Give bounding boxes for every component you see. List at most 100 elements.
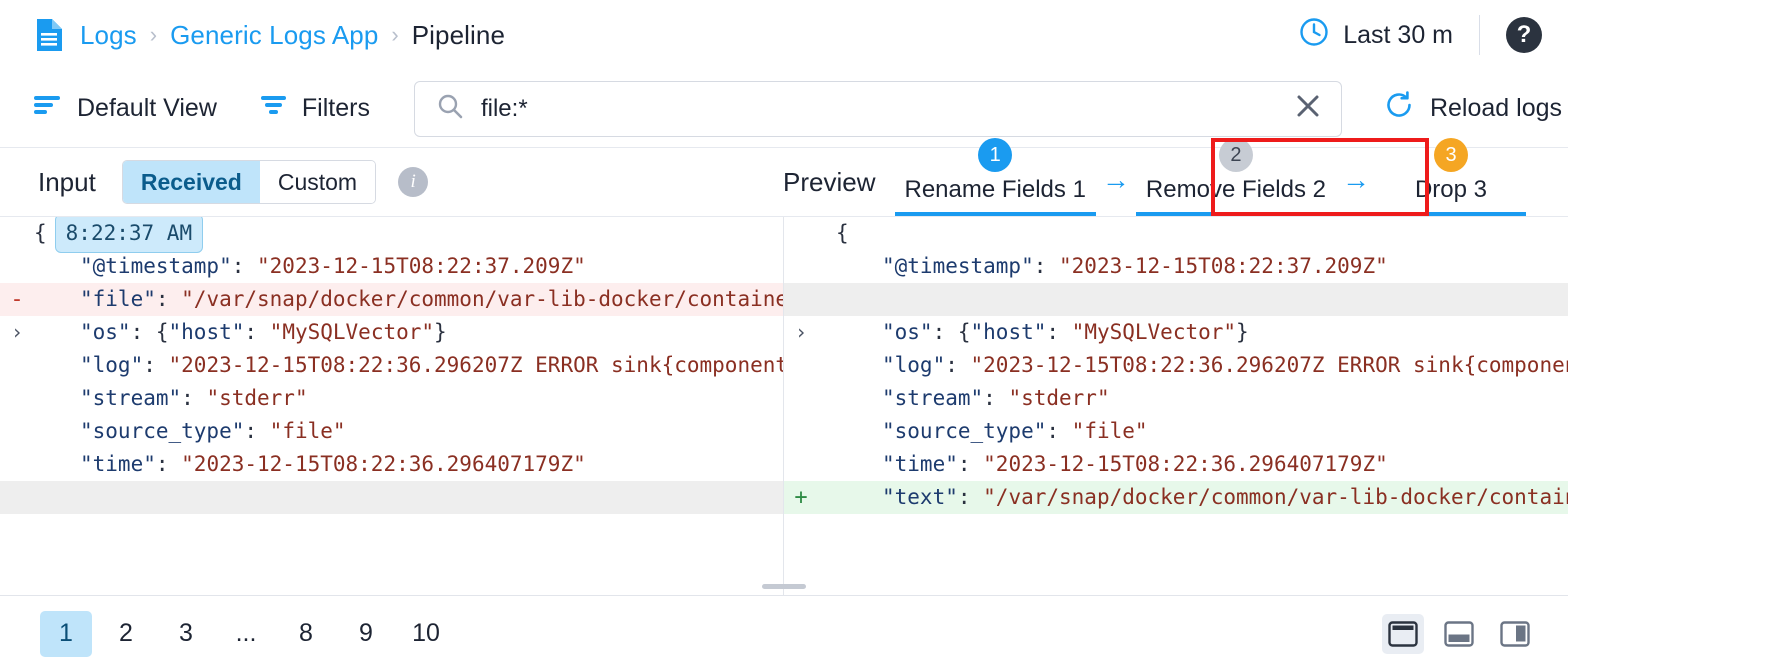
header-divider [1479, 15, 1480, 55]
code-line: "source_type": "file" [784, 415, 1568, 448]
code-token: { [34, 221, 47, 245]
close-icon[interactable] [1295, 93, 1321, 124]
code-token: } [434, 320, 447, 344]
code-line: "stream": "stderr" [0, 382, 783, 415]
code-line-text: "time": "2023-12-15T08:22:36.296407179Z" [34, 448, 586, 481]
clock-icon [1299, 17, 1329, 54]
default-view-label: Default View [77, 94, 217, 122]
code-token: "log" [80, 353, 144, 377]
code-token: "@timestamp" [882, 254, 1034, 278]
code-token: "stream" [80, 386, 182, 410]
code-token: } [1236, 320, 1249, 344]
code-line: {8:22:37 AM [0, 217, 783, 253]
diff-gutter-marker: + [794, 485, 808, 510]
header-actions: Last 30 m ? [1299, 15, 1542, 55]
code-line-text: "time": "2023-12-15T08:22:36.296407179Z" [818, 448, 1388, 481]
code-line-text: "log": "2023-12-15T08:22:36.296207Z ERRO… [34, 349, 783, 382]
pipeline-step-remove-fields-2[interactable]: 2 Remove Fields 2 [1135, 138, 1336, 216]
search-field[interactable]: file:* [413, 80, 1342, 137]
input-panel-header: Input Received Custom i [0, 148, 783, 216]
time-range-label: Last 30 m [1343, 20, 1453, 49]
code-token: "log" [882, 353, 946, 377]
code-token: "@timestamp" [80, 254, 232, 278]
code-token: "time" [80, 452, 156, 476]
pipeline-step-drop-3[interactable]: 3 Drop 3 [1376, 138, 1526, 216]
document-logs-icon [34, 19, 62, 51]
pipeline-step-rename-fields-1[interactable]: 1 Rename Fields 1 [894, 138, 1096, 216]
filters-button[interactable]: Filters [260, 94, 370, 123]
layout-vertical-split-icon[interactable] [1494, 614, 1536, 654]
preview-panel-header: Preview 1 Rename Fields 1 → 2 Remove Fie… [783, 138, 1568, 216]
code-token: : { [932, 320, 971, 344]
code-token: : [231, 254, 258, 278]
input-mode-toggle: Received Custom [121, 160, 377, 204]
code-token: "os" [80, 320, 131, 344]
pagination-page[interactable]: 10 [400, 611, 452, 657]
search-input[interactable]: file:* [481, 95, 1295, 123]
breadcrumb-separator-icon: › [149, 22, 158, 47]
code-line: { [784, 217, 1568, 250]
code-token: : [244, 320, 270, 344]
code-token: : [957, 485, 984, 509]
expand-toggle-icon[interactable]: › [0, 316, 34, 349]
code-line: "time": "2023-12-15T08:22:36.296407179Z" [784, 448, 1568, 481]
breadcrumb-separator-icon: › [391, 22, 399, 47]
pagination-page[interactable]: 1 [40, 610, 92, 657]
layout-horizontal-split-icon[interactable] [1438, 614, 1480, 654]
pagination-page[interactable]: 9 [340, 611, 392, 657]
help-button[interactable]: ? [1506, 17, 1542, 53]
step-badge: 2 [1218, 138, 1253, 172]
code-token: "MySQLVector" [269, 320, 435, 344]
code-token: : [244, 419, 270, 443]
time-range-picker[interactable]: Last 30 m [1299, 17, 1453, 54]
code-line-text: "source_type": "file" [34, 415, 346, 448]
pagination-ellipsis: ... [235, 619, 257, 647]
code-line-text: "os": {"host": "MySQLVector"} [818, 316, 1249, 349]
code-line: "source_type": "file" [0, 415, 783, 448]
code-line-text: { [818, 217, 849, 250]
pane-resize-handle[interactable] [762, 584, 806, 589]
code-line [784, 283, 1568, 316]
code-token: { [836, 221, 849, 245]
code-token: "/var/snap/docker/common/var-lib-docker/… [181, 287, 783, 311]
code-token: : [1046, 419, 1072, 443]
default-view-button[interactable]: Default View [34, 94, 217, 123]
layout-single-icon[interactable] [1382, 613, 1424, 654]
help-icon: ? [1516, 21, 1532, 48]
code-line-text: "text": "/var/snap/docker/common/var-lib… [818, 481, 1568, 514]
code-line-text: "@timestamp": "2023-12-15T08:22:37.209Z" [818, 250, 1388, 283]
reload-logs-label: Reload logs [1429, 94, 1562, 122]
code-line-text: "stream": "stderr" [34, 382, 308, 415]
list-view-icon [34, 94, 62, 123]
code-line: "@timestamp": "2023-12-15T08:22:37.209Z" [784, 250, 1568, 283]
breadcrumb: Logs › Generic Logs App › Pipeline [80, 20, 505, 51]
code-line-text: { [34, 217, 47, 250]
code-token: "/var/snap/docker/common/var-lib-docker/… [983, 485, 1568, 509]
info-icon[interactable]: i [398, 167, 429, 197]
pagination-page[interactable]: 2 [100, 611, 152, 657]
layout-toggle-group [1382, 613, 1536, 654]
breadcrumb-item-generic-logs-app[interactable]: Generic Logs App [170, 20, 378, 51]
preview-json-pane[interactable]: { "@timestamp": "2023-12-15T08:22:37.209Z… [783, 217, 1568, 595]
footer-bar: 1 2 3... 8 9 10 [0, 595, 1568, 671]
input-mode-custom[interactable]: Custom [259, 161, 376, 203]
code-line: - "file": "/var/snap/docker/common/var-li… [0, 283, 783, 316]
code-token: "stderr" [206, 386, 308, 410]
breadcrumb-item-logs[interactable]: Logs [80, 20, 137, 51]
expand-toggle-icon[interactable]: › [784, 316, 818, 349]
preview-panel-title: Preview [783, 167, 876, 197]
pagination-page[interactable]: 8 [280, 611, 332, 657]
input-json-pane[interactable]: {8:22:37 AM "@timestamp": "2023-12-15T08:… [0, 217, 783, 595]
code-line: "log": "2023-12-15T08:22:36.296207Z ERRO… [784, 349, 1568, 382]
code-token: : [945, 353, 971, 377]
step-label: Remove Fields 2 [1145, 176, 1326, 203]
reload-logs-button[interactable]: Reload logs [1384, 90, 1562, 127]
code-line-text: "source_type": "file" [818, 415, 1148, 448]
pagination-page[interactable]: 3 [160, 611, 212, 657]
code-line: › "os": {"host": "MySQLVector"} [784, 316, 1568, 349]
step-label: Drop 3 [1414, 176, 1488, 203]
code-token: : [983, 386, 1009, 410]
code-token: "time" [882, 452, 958, 476]
input-mode-received[interactable]: Received [122, 161, 260, 203]
filters-label: Filters [301, 94, 370, 122]
